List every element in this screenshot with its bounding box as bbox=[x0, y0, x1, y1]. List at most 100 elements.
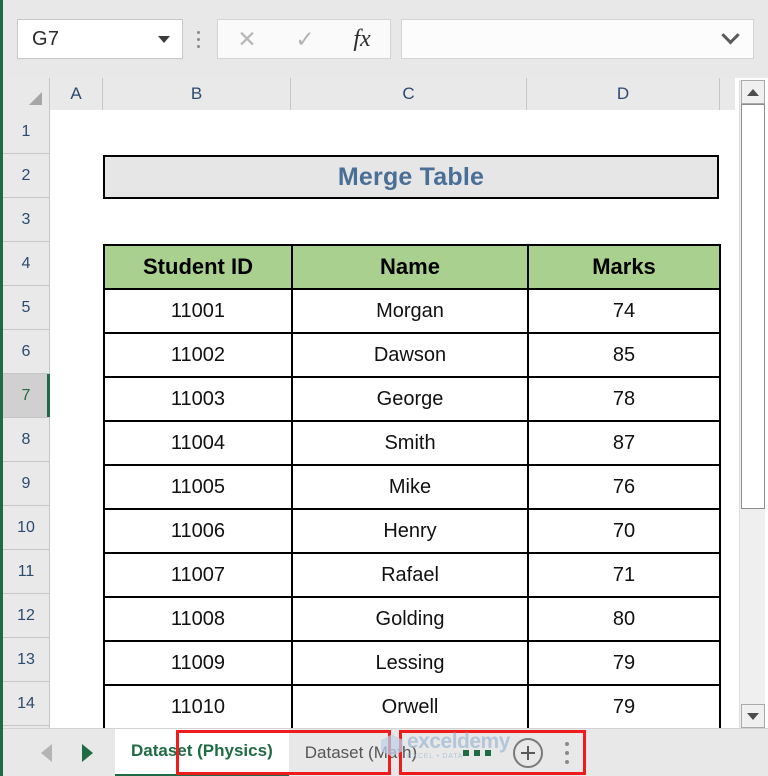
cell-student-id[interactable]: 11002 bbox=[103, 332, 293, 378]
sheet-tab-dataset-physics[interactable]: Dataset (Physics) bbox=[115, 728, 289, 776]
row-header-2[interactable]: 2 bbox=[3, 154, 49, 198]
cell-marks[interactable]: 71 bbox=[527, 552, 721, 598]
cell-marks[interactable]: 80 bbox=[527, 596, 721, 642]
cell-name[interactable]: Morgan bbox=[291, 288, 529, 334]
row-header-11[interactable]: 11 bbox=[3, 550, 49, 594]
cell-name[interactable]: Golding bbox=[291, 596, 529, 642]
cell-name[interactable]: Smith bbox=[291, 420, 529, 466]
row-header-13[interactable]: 13 bbox=[3, 638, 49, 682]
table-row[interactable]: 11005 Mike 76 bbox=[103, 464, 721, 510]
table-row[interactable]: 11010 Orwell 79 bbox=[103, 684, 721, 728]
expand-formula-bar-icon[interactable] bbox=[721, 25, 740, 44]
table-row[interactable]: 11003 George 78 bbox=[103, 376, 721, 422]
cell-student-id[interactable]: 11010 bbox=[103, 684, 293, 728]
table-title-text: Merge Table bbox=[337, 162, 485, 191]
header-marks[interactable]: Marks bbox=[527, 244, 721, 290]
formula-action-buttons: ✕ ✓ fx bbox=[217, 19, 391, 59]
sheet-tab-bar: Dataset (Physics) Dataset (Math) bbox=[3, 728, 768, 776]
header-student-id[interactable]: Student ID bbox=[103, 244, 293, 290]
formula-bar-separator-dots-icon bbox=[187, 19, 209, 59]
scrollbar-thumb[interactable] bbox=[741, 104, 765, 509]
cell-marks[interactable]: 74 bbox=[527, 288, 721, 334]
cell-name[interactable]: George bbox=[291, 376, 529, 422]
sheet-overflow-ellipsis-icon[interactable] bbox=[463, 749, 492, 756]
table-body: 11001 Morgan 74 11002 Dawson 85 11003 Ge… bbox=[103, 288, 721, 728]
row-header-10[interactable]: 10 bbox=[3, 506, 49, 550]
nav-left-arrow-icon[interactable] bbox=[41, 743, 52, 762]
vertical-scrollbar[interactable] bbox=[739, 80, 765, 728]
nav-right-arrow-icon[interactable] bbox=[82, 743, 93, 762]
close-x-icon[interactable]: ✕ bbox=[237, 27, 256, 51]
select-all-corner[interactable] bbox=[3, 78, 50, 110]
sheet-tab-label: Dataset (Physics) bbox=[131, 741, 273, 760]
row-header-3[interactable]: 3 bbox=[3, 198, 49, 242]
cell-student-id[interactable]: 11003 bbox=[103, 376, 293, 422]
cell-name[interactable]: Orwell bbox=[291, 684, 529, 728]
row-header-1[interactable]: 1 bbox=[3, 110, 49, 154]
cell-student-id[interactable]: 11001 bbox=[103, 288, 293, 334]
cell-student-id[interactable]: 11005 bbox=[103, 464, 293, 510]
cell-name[interactable]: Rafael bbox=[291, 552, 529, 598]
table-row[interactable]: 11004 Smith 87 bbox=[103, 420, 721, 466]
row-header-14[interactable]: 14 bbox=[3, 682, 49, 726]
sheet-canvas[interactable]: Merge Table Student ID Name Marks 11001 … bbox=[50, 110, 735, 728]
scroll-up-button[interactable] bbox=[741, 80, 765, 104]
sheet-tab-dataset-math[interactable]: Dataset (Math) bbox=[288, 728, 434, 776]
row-header-column: 1 2 3 4 5 6 7 8 9 10 11 12 13 14 bbox=[3, 110, 50, 728]
cell-name[interactable]: Dawson bbox=[291, 332, 529, 378]
cell-student-id[interactable]: 11006 bbox=[103, 508, 293, 554]
cell-name[interactable]: Mike bbox=[291, 464, 529, 510]
cell-student-id[interactable]: 11004 bbox=[103, 420, 293, 466]
scroll-down-button[interactable] bbox=[741, 704, 765, 728]
cell-student-id[interactable]: 11007 bbox=[103, 552, 293, 598]
cell-marks[interactable]: 79 bbox=[527, 640, 721, 686]
sheet-tab-controls bbox=[463, 737, 570, 768]
cell-marks[interactable]: 85 bbox=[527, 332, 721, 378]
row-header-5[interactable]: 5 bbox=[3, 286, 49, 330]
cell-name[interactable]: Henry bbox=[291, 508, 529, 554]
student-marks-table: Student ID Name Marks 11001 Morgan 74 11… bbox=[103, 244, 721, 728]
column-header-row: A B C D bbox=[3, 78, 735, 110]
table-row[interactable]: 11008 Golding 80 bbox=[103, 596, 721, 642]
cell-marks[interactable]: 79 bbox=[527, 684, 721, 728]
column-header-a[interactable]: A bbox=[50, 78, 103, 110]
cell-student-id[interactable]: 11008 bbox=[103, 596, 293, 642]
merge-table: Merge Table Student ID Name Marks 11001 … bbox=[103, 155, 721, 728]
table-row[interactable]: 11009 Lessing 79 bbox=[103, 640, 721, 686]
excel-window: G7 ✕ ✓ fx A B C D 1 2 3 4 5 6 7 8 9 10 1… bbox=[0, 0, 768, 776]
column-header-b[interactable]: B bbox=[103, 78, 291, 110]
chevron-down-icon[interactable] bbox=[158, 35, 170, 43]
column-header-c[interactable]: C bbox=[291, 78, 527, 110]
row-header-6[interactable]: 6 bbox=[3, 330, 49, 374]
sheet-nav-arrows bbox=[3, 743, 115, 762]
caret-down-icon bbox=[747, 712, 759, 720]
row-header-12[interactable]: 12 bbox=[3, 594, 49, 638]
cell-student-id[interactable]: 11009 bbox=[103, 640, 293, 686]
table-row[interactable]: 11001 Morgan 74 bbox=[103, 288, 721, 334]
table-title-merged-cell[interactable]: Merge Table bbox=[103, 155, 719, 199]
cell-marks[interactable]: 76 bbox=[527, 464, 721, 510]
formula-input[interactable] bbox=[401, 19, 754, 59]
row-header-7[interactable]: 7 bbox=[3, 374, 50, 418]
name-box[interactable]: G7 bbox=[17, 19, 183, 59]
formula-bar-strip: G7 ✕ ✓ fx bbox=[3, 0, 768, 78]
row-header-9[interactable]: 9 bbox=[3, 462, 49, 506]
column-header-d[interactable]: D bbox=[527, 78, 720, 110]
table-row[interactable]: 11007 Rafael 71 bbox=[103, 552, 721, 598]
cell-marks[interactable]: 78 bbox=[527, 376, 721, 422]
table-row[interactable]: 11006 Henry 70 bbox=[103, 508, 721, 554]
table-header-row: Student ID Name Marks bbox=[103, 244, 721, 290]
cell-marks[interactable]: 87 bbox=[527, 420, 721, 466]
table-row[interactable]: 11002 Dawson 85 bbox=[103, 332, 721, 378]
plus-circle-icon[interactable] bbox=[513, 737, 544, 768]
header-name[interactable]: Name bbox=[291, 244, 529, 290]
column-header-overflow bbox=[720, 78, 735, 110]
insert-function-icon[interactable]: fx bbox=[353, 26, 370, 53]
scrollbar-track[interactable] bbox=[741, 104, 765, 704]
row-header-8[interactable]: 8 bbox=[3, 418, 49, 462]
cell-name[interactable]: Lessing bbox=[291, 640, 529, 686]
vertical-dots-icon[interactable] bbox=[565, 741, 570, 764]
cell-marks[interactable]: 70 bbox=[527, 508, 721, 554]
row-header-4[interactable]: 4 bbox=[3, 242, 49, 286]
check-icon[interactable]: ✓ bbox=[295, 27, 314, 51]
